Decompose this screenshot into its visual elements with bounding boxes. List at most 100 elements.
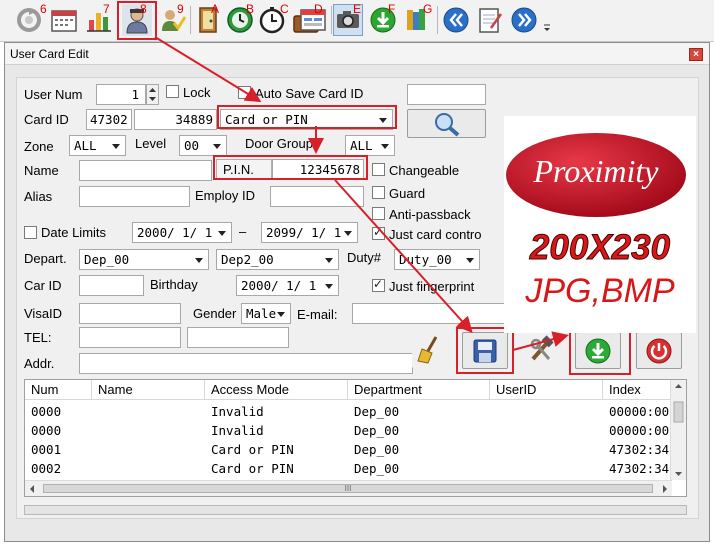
clear-button[interactable] [412,332,446,368]
zone-select[interactable]: ALL [69,135,126,156]
tool-letter-e: E [353,2,362,16]
tel-input[interactable] [79,327,181,348]
date-limits-checkbox[interactable] [24,226,37,239]
column-header-userid[interactable]: UserID [490,380,603,400]
highlight-pin [213,155,368,180]
user-card-edit-window: User Card Edit × User Num 1 Lock Auto Sa… [4,42,710,542]
tool-letter-6: 6 [40,2,47,16]
column-header-index[interactable]: Index [603,380,672,400]
name-input[interactable] [79,160,212,181]
toolbar-overflow-button[interactable] [541,20,553,36]
door-group-select[interactable]: ALL [345,135,395,156]
lock-checkbox[interactable] [166,85,179,98]
search-card-button[interactable] [407,109,486,138]
table-vertical-scrollbar[interactable] [670,380,686,480]
calendar-icon [51,10,77,32]
cell-userid [490,440,603,459]
guard-checkbox[interactable] [372,186,385,199]
refresh-icon [17,8,41,32]
anti-passback-label: Anti-passback [389,207,471,222]
card-id-site-input[interactable]: 47302 [86,109,132,130]
exit-button[interactable] [636,332,682,369]
tool-letter-c: C [280,2,289,16]
notes-tool-button[interactable] [475,4,505,36]
just-fingerprint-checkbox[interactable] [372,277,385,292]
magnifier-icon [434,112,459,137]
highlight-access-mode [217,105,397,129]
employ-id-input[interactable] [270,186,364,207]
window-close-button[interactable]: × [689,48,703,61]
card-read-input[interactable] [407,84,486,105]
cell-userid [490,459,603,478]
card-id-label: Card ID [24,112,69,127]
just-card-checkbox[interactable] [372,225,385,240]
tool-letter-b: B [246,2,255,16]
visa-id-label: VisaID [24,306,63,321]
hscroll-thumb[interactable]: III [43,484,653,493]
column-header-department[interactable]: Department [348,380,490,400]
proximity-size: 200X230 [529,228,671,267]
cell-department: Dep_00 [354,423,400,438]
cell-index: 47302:34 [609,461,670,476]
birthday-picker[interactable]: 2000/ 1/ 1 [236,275,339,296]
department2-select[interactable]: Dep2_00 [216,249,339,270]
overflow-chevron-icon [544,24,550,31]
hammer-wrench-icon [530,335,554,361]
alias-input[interactable] [79,186,190,207]
previous-tool-button[interactable] [441,4,471,36]
tool-letter-9: 9 [177,2,184,16]
department-select[interactable]: Dep_00 [79,249,209,270]
table-row[interactable]: 0000 Invalid Dep_00 00000:00 [25,421,672,440]
visa-id-input[interactable] [79,303,181,324]
auto-save-checkbox[interactable] [238,86,251,99]
toolbar-separator-3 [437,6,438,34]
addr-label: Addr. [24,356,55,371]
depart-label: Depart. [24,251,67,266]
double-chevron-left-icon [443,7,469,33]
card-photo[interactable]: Proximity 200X230 JPG,BMP [504,116,696,333]
birthday-label: Birthday [150,277,198,292]
anti-passback-checkbox[interactable] [372,207,385,220]
status-progress-bar [24,505,687,515]
cell-userid [490,421,603,440]
user-card-table[interactable]: Num Name Access Mode Department UserID I… [24,379,687,497]
tool-letter-a: A [211,2,220,16]
cell-access-mode: Card or PIN [211,461,294,476]
level-label: Level [135,136,167,151]
date-from-picker[interactable]: 2000/ 1/ 1 [132,222,232,243]
duty-select[interactable]: Duty_00 [394,249,480,270]
cell-num: 0001 [31,442,62,457]
scroll-right-icon [663,485,667,493]
cell-access-mode: Invalid [211,404,264,419]
power-icon [646,338,672,363]
tool-letter-g: G [423,2,433,16]
car-id-input[interactable] [79,275,144,296]
changeable-checkbox[interactable] [372,163,385,176]
cell-name [92,459,205,478]
column-header-name[interactable]: Name [92,380,205,400]
settings-panel-tool-button[interactable] [298,4,328,36]
column-header-access-mode[interactable]: Access Mode [205,380,348,400]
window-title: User Card Edit [10,47,89,61]
calendar-tool-button[interactable] [49,4,79,36]
column-header-num[interactable]: Num [25,380,92,400]
guard-label: Guard [389,186,426,201]
level-select[interactable]: 00 [179,135,227,156]
table-horizontal-scrollbar[interactable]: III [25,480,672,496]
gender-select[interactable]: Male [241,303,291,324]
next-tool-button[interactable] [509,4,539,36]
user-num-spinner[interactable] [146,84,159,105]
notepad-icon [479,8,503,33]
table-row[interactable]: 0002 Card or PIN Dep_00 47302:34 [25,459,672,478]
cell-num: 0000 [31,423,62,438]
table-row[interactable]: 0000 Invalid Dep_00 00000:00 [25,402,672,421]
card-id-number-input[interactable]: 34889 [134,109,217,130]
user-num-input[interactable]: 1 [96,84,146,105]
highlight-download-button [569,327,631,375]
date-limits-label: Date Limits [41,225,107,240]
address-input[interactable] [79,353,413,374]
tools-button[interactable] [520,332,564,368]
table-row[interactable]: 0001 Card or PIN Dep_00 47302:34 [25,440,672,459]
date-to-picker[interactable]: 2099/ 1/ 1 [261,222,358,243]
tel2-input[interactable] [187,327,289,348]
